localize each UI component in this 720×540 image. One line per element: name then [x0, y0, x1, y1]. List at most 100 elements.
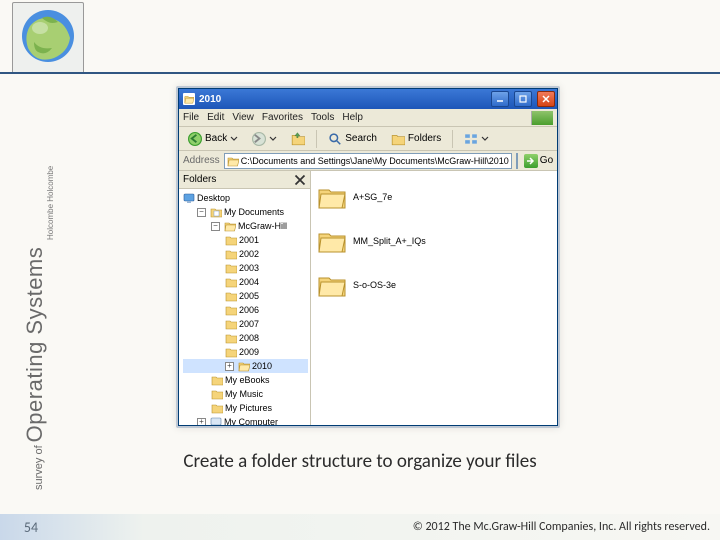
folders-pane-title: Folders: [183, 174, 216, 185]
close-button[interactable]: [537, 91, 555, 107]
book-spine: Holcombe Holcombe survey of Operating Sy…: [22, 90, 48, 490]
folder-icon: [225, 290, 237, 302]
folders-icon: [391, 132, 405, 146]
folder-icon: [225, 262, 237, 274]
folder-icon: [211, 388, 223, 400]
globe-icon: [20, 8, 76, 69]
titlebar[interactable]: 2010: [179, 89, 557, 109]
menu-file[interactable]: File: [183, 112, 199, 123]
tree-year[interactable]: 2004: [183, 275, 308, 289]
up-icon: [291, 132, 305, 146]
menu-tools[interactable]: Tools: [311, 112, 334, 123]
folders-pane-close[interactable]: [294, 174, 306, 186]
minimize-button[interactable]: [491, 91, 509, 107]
banner-rule: [0, 72, 720, 74]
tree-my-documents[interactable]: −My Documents: [183, 205, 308, 219]
menu-favorites[interactable]: Favorites: [262, 112, 303, 123]
tree-year[interactable]: 2007: [183, 317, 308, 331]
tree-year[interactable]: 2006: [183, 303, 308, 317]
folder-icon: [225, 234, 237, 246]
back-label: Back: [205, 133, 227, 144]
explorer-screenshot: 2010 File Edit View Favorites Tools Help…: [176, 86, 560, 428]
mydocs-icon: [210, 206, 222, 218]
tree-year[interactable]: 2005: [183, 289, 308, 303]
go-label: Go: [540, 155, 553, 166]
globe-logo: [12, 2, 84, 74]
back-button[interactable]: Back: [183, 130, 243, 148]
window-folder-icon: [183, 93, 195, 105]
views-icon: [464, 132, 478, 146]
expand-toggle[interactable]: +: [197, 418, 206, 426]
tree-year[interactable]: 2001: [183, 233, 308, 247]
tree-my-ebooks[interactable]: My eBooks: [183, 373, 308, 387]
menu-view[interactable]: View: [232, 112, 254, 123]
address-field[interactable]: C:\Documents and Settings\Jane\My Docume…: [224, 153, 512, 169]
page-number: 54: [0, 519, 62, 536]
go-icon: [524, 154, 538, 168]
explorer-window: 2010 File Edit View Favorites Tools Help…: [178, 88, 558, 426]
xp-flag-icon: [531, 111, 553, 125]
address-path: C:\Documents and Settings\Jane\My Docume…: [241, 156, 509, 166]
folder-icon: [317, 272, 347, 298]
folder-icon: [225, 332, 237, 344]
address-dropdown[interactable]: [516, 153, 518, 169]
up-button[interactable]: [286, 130, 310, 148]
forward-icon: [252, 132, 266, 146]
tree-vendor[interactable]: −McGraw-Hill: [183, 219, 308, 233]
tree-year[interactable]: 2003: [183, 261, 308, 275]
content-pane[interactable]: A+SG_7e MM_Split_A+_IQs S-o-OS-3e: [311, 171, 557, 425]
folder-tree[interactable]: Desktop −My Documents −McGraw-Hill 2001 …: [179, 189, 310, 425]
desktop-icon: [183, 192, 195, 204]
folder-icon: [227, 155, 239, 167]
menubar: File Edit View Favorites Tools Help: [179, 109, 557, 127]
folders-button[interactable]: Folders: [386, 130, 446, 148]
copyright: © 2012 The Mc.Graw-Hill Companies, Inc. …: [62, 520, 720, 534]
chevron-down-icon: [269, 135, 277, 143]
folders-pane-header: Folders: [179, 171, 310, 189]
folder-icon: [225, 276, 237, 288]
back-icon: [188, 132, 202, 146]
footer: 54 © 2012 The Mc.Graw-Hill Companies, In…: [0, 514, 720, 540]
forward-button[interactable]: [247, 130, 282, 148]
folder-icon: [225, 318, 237, 330]
address-bar: Address C:\Documents and Settings\Jane\M…: [179, 151, 557, 171]
folder-icon: [224, 220, 236, 232]
folder-icon: [225, 346, 237, 358]
maximize-button[interactable]: [514, 91, 532, 107]
expand-toggle[interactable]: +: [225, 362, 234, 371]
folders-label: Folders: [408, 133, 441, 144]
tree-desktop[interactable]: Desktop: [183, 191, 308, 205]
search-button[interactable]: Search: [323, 130, 382, 148]
tree-year[interactable]: 2008: [183, 331, 308, 345]
collapse-toggle[interactable]: −: [197, 208, 206, 217]
tree-year[interactable]: 2009: [183, 345, 308, 359]
folder-item[interactable]: S-o-OS-3e: [317, 267, 551, 303]
folder-icon: [317, 184, 347, 210]
folder-item[interactable]: MM_Split_A+_IQs: [317, 223, 551, 259]
chevron-down-icon: [481, 135, 489, 143]
folders-pane: Folders Desktop −My Documents −McGraw-Hi…: [179, 171, 311, 425]
search-label: Search: [345, 133, 377, 144]
views-button[interactable]: [459, 130, 494, 148]
folder-icon: [238, 360, 250, 372]
spine-big: Operating Systems: [22, 247, 47, 443]
folder-label: A+SG_7e: [353, 192, 392, 202]
tree-my-music[interactable]: My Music: [183, 387, 308, 401]
toolbar-separator: [316, 130, 317, 148]
go-button[interactable]: Go: [522, 154, 555, 168]
toolbar-separator: [452, 130, 453, 148]
menu-edit[interactable]: Edit: [207, 112, 224, 123]
address-label: Address: [183, 155, 220, 166]
collapse-toggle[interactable]: −: [211, 222, 220, 231]
menu-help[interactable]: Help: [342, 112, 363, 123]
computer-icon: [210, 416, 222, 425]
tree-my-computer[interactable]: +My Computer: [183, 415, 308, 425]
tree-year-selected[interactable]: +2010: [183, 359, 308, 373]
folder-icon: [225, 304, 237, 316]
tree-my-pictures[interactable]: My Pictures: [183, 401, 308, 415]
window-title: 2010: [199, 94, 486, 105]
folder-item[interactable]: A+SG_7e: [317, 179, 551, 215]
spine-authors: Holcombe Holcombe: [46, 166, 55, 240]
tree-year[interactable]: 2002: [183, 247, 308, 261]
folder-icon: [317, 228, 347, 254]
